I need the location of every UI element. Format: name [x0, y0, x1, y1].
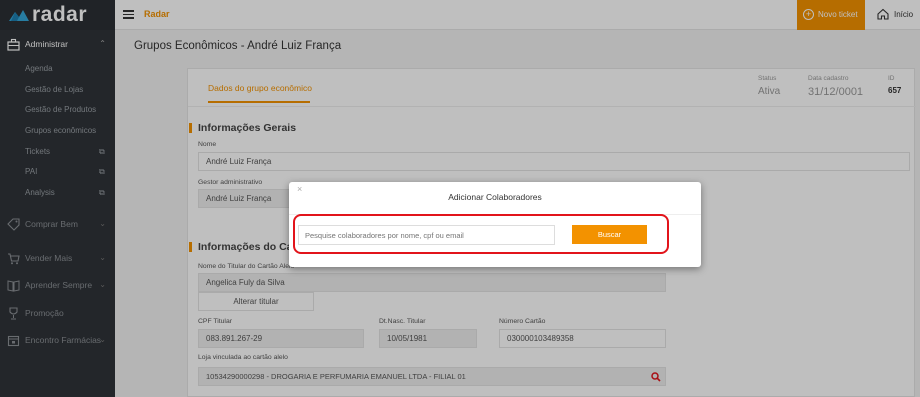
highlight-box: [293, 214, 669, 254]
modal-title: Adicionar Colaboradores: [448, 192, 542, 202]
